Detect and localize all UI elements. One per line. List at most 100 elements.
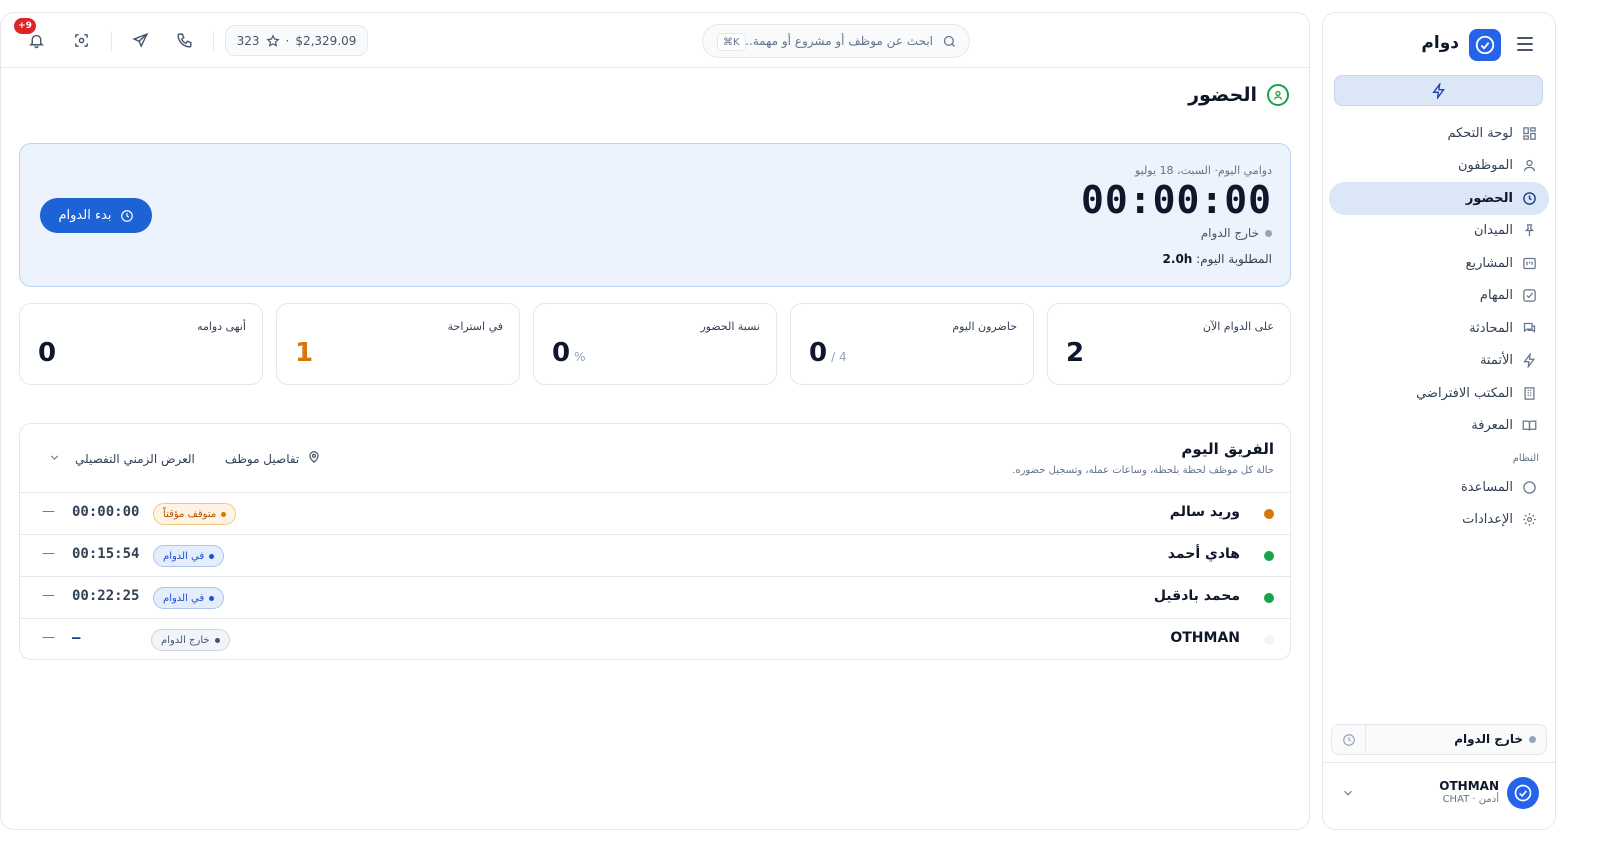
stat-number: 2: [1066, 338, 1085, 368]
send-icon[interactable]: [130, 30, 150, 50]
team-controls: العرض الزمني التفصيلي تفاصيل موظف: [48, 450, 321, 467]
stat-label: حاضرون اليوم: [952, 320, 1017, 333]
table-row[interactable]: وريد سالم متوقف مؤقتاً 00:00:00 —: [20, 493, 1290, 535]
stat-label: نسبة الحضور: [700, 320, 760, 333]
sidebar: دوام لوحة التحكم الموظفون الحضور الميدان…: [1322, 12, 1556, 830]
status-badge-text: في الدوام: [163, 592, 205, 604]
required-label: المطلوبة اليوم:: [1196, 252, 1272, 266]
chevron-down-icon[interactable]: [48, 451, 61, 467]
points-value: 323: [236, 33, 260, 48]
sidebar-item-settings[interactable]: الإعدادات: [1329, 504, 1549, 537]
map-pin-icon[interactable]: [307, 450, 321, 467]
badge-dot: [214, 637, 220, 643]
badge-dot: [221, 511, 227, 517]
status-badge: متوقف مؤقتاً: [153, 503, 237, 525]
menu-icon[interactable]: [1517, 37, 1533, 51]
shift-timer: 00:00:00: [1080, 178, 1272, 222]
stat-label: أنهى دوامه: [197, 320, 246, 333]
book-icon: [1521, 418, 1537, 434]
shift-state: خارج الدوام: [1201, 226, 1272, 240]
table-row[interactable]: محمد بادقيل في الدوام 00:22:25 —: [20, 577, 1290, 619]
avatar: [1507, 777, 1539, 809]
employee-details-link[interactable]: تفاصيل موظف: [225, 452, 299, 466]
shift-status-bar[interactable]: خارج الدوام: [1331, 724, 1547, 755]
quick-action-button[interactable]: [1334, 75, 1543, 106]
stat-card-on-break: في استراحة 1: [276, 303, 520, 385]
status-dot: [1264, 509, 1274, 519]
sidebar-header: دوام: [1335, 29, 1543, 61]
employee-name: OTHMAN: [1170, 630, 1240, 646]
team-subtitle: حالة كل موظف لحظة بلحظة، وساعات عمله، وت…: [1012, 465, 1274, 476]
work-time: 00:22:25: [72, 588, 140, 604]
sidebar-item-attendance[interactable]: الحضور: [1329, 182, 1549, 215]
sidebar-item-label: المهام: [1479, 288, 1513, 304]
sidebar-item-label: المحادثة: [1469, 320, 1513, 336]
status-badge: خارج الدوام: [151, 629, 230, 651]
settings-gear-icon: [1521, 512, 1537, 528]
row-menu[interactable]: —: [42, 546, 55, 561]
sidebar-item-automation[interactable]: الأتمتة: [1329, 345, 1549, 378]
main-panel: +9 323 · $2,329.09 ابحث عن موظف أو مشروع…: [0, 12, 1310, 830]
sidebar-item-label: المكتب الافتراضي: [1416, 385, 1513, 401]
sidebar-nav: لوحة التحكم الموظفون الحضور الميدان المش…: [1329, 117, 1549, 442]
sidebar-item-dashboard[interactable]: لوحة التحكم: [1329, 117, 1549, 150]
stats-row: على الدوام الآن 2 حاضرون اليوم 0/ 4 نسبة…: [19, 303, 1291, 385]
search-input[interactable]: ابحث عن موظف أو مشروع أو مهمة... ⌘K: [702, 24, 970, 58]
scan-focus-icon[interactable]: [71, 30, 91, 50]
star-icon: [265, 33, 280, 47]
row-menu[interactable]: —: [42, 630, 55, 645]
sidebar-item-employees[interactable]: الموظفون: [1329, 150, 1549, 183]
clock-icon: [120, 209, 133, 222]
sidebar-item-chat[interactable]: المحادثة: [1329, 312, 1549, 345]
sidebar-item-virtual-office[interactable]: المكتب الافتراضي: [1329, 377, 1549, 410]
sidebar-item-help[interactable]: المساعدة: [1329, 471, 1549, 504]
shift-date: دوامي اليوم· السبت، 18 يوليو: [1134, 164, 1272, 177]
required-value: 2.0h: [1162, 252, 1193, 266]
sidebar-item-label: الأتمتة: [1479, 353, 1513, 369]
sidebar-item-field[interactable]: الميدان: [1329, 215, 1549, 248]
status-dot: [1264, 635, 1274, 645]
start-shift-button[interactable]: بدء الدوام: [40, 198, 152, 233]
sidebar-item-label: المساعدة: [1460, 479, 1513, 495]
timeline-view-toggle[interactable]: العرض الزمني التفصيلي: [75, 452, 195, 466]
phone-icon[interactable]: [174, 30, 194, 50]
search-placeholder: ابحث عن موظف أو مشروع أو مهمة...: [741, 34, 933, 48]
user-menu[interactable]: OTHMAN أدمن · CHAT: [1335, 775, 1543, 811]
stat-value: 2: [1066, 338, 1084, 368]
help-circle-icon: [1521, 479, 1537, 495]
search-shortcut: ⌘K: [717, 33, 746, 51]
clock-icon[interactable]: [1332, 725, 1366, 754]
badge-dot: [209, 553, 215, 559]
divider: [1323, 762, 1555, 763]
work-time: 00:15:54: [72, 546, 140, 562]
sidebar-item-projects[interactable]: المشاريع: [1329, 247, 1549, 280]
bolt-icon: [1431, 82, 1445, 99]
stat-label: على الدوام الآن: [1202, 320, 1274, 333]
badge-dot: [209, 595, 215, 601]
chat-icon: [1521, 320, 1537, 336]
team-header: الفريق اليوم حالة كل موظف لحظة بلحظة، وس…: [20, 424, 1290, 493]
brand-name: دوام: [1421, 33, 1459, 53]
table-row[interactable]: هادي أحمد في الدوام 00:15:54 —: [20, 535, 1290, 577]
shift-state-text: خارج الدوام: [1200, 226, 1259, 240]
sidebar-item-knowledge[interactable]: المعرفة: [1329, 410, 1549, 443]
row-menu[interactable]: —: [42, 504, 55, 519]
team-title: الفريق اليوم: [1181, 440, 1274, 458]
sidebar-item-label: الميدان: [1474, 223, 1513, 239]
topbar: +9 323 · $2,329.09 ابحث عن موظف أو مشروع…: [1, 13, 1309, 68]
table-row[interactable]: OTHMAN خارج الدوام — —: [20, 619, 1290, 659]
stat-number: 0: [809, 338, 828, 368]
status-badge: في الدوام: [153, 545, 225, 567]
status-badge-text: خارج الدوام: [161, 634, 210, 646]
chevron-down-icon[interactable]: [1341, 785, 1355, 804]
checkbox-icon: [1521, 288, 1537, 304]
sidebar-item-tasks[interactable]: المهام: [1329, 280, 1549, 313]
page-title-text: الحضور: [1188, 84, 1257, 106]
team-today-card: الفريق اليوم حالة كل موظف لحظة بلحظة، وس…: [19, 423, 1291, 660]
credit-balance[interactable]: 323 · $2,329.09: [225, 25, 368, 56]
row-menu[interactable]: —: [42, 588, 55, 603]
stat-suffix: / 4: [831, 350, 847, 364]
notification-badge: +9: [14, 18, 36, 34]
employee-name: محمد بادقيل: [1153, 588, 1240, 604]
stat-number: 0: [38, 338, 57, 368]
